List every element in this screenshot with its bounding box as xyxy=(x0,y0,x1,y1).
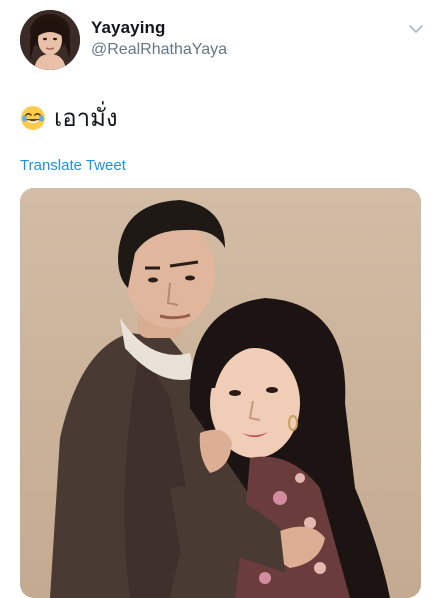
chevron-down-icon[interactable] xyxy=(407,22,425,36)
tweet-photo[interactable] xyxy=(20,188,421,598)
display-name[interactable]: Yayaying xyxy=(91,18,166,38)
tweet-body: เอามั่ง xyxy=(54,105,118,132)
couple-photo xyxy=(20,188,421,598)
laughing-with-tears-emoji-icon xyxy=(20,105,46,131)
tweet-card: Yayaying @RealRhathaYaya เอามั่ง Transla… xyxy=(0,0,440,598)
avatar-photo xyxy=(20,10,80,70)
tweet-text: เอามั่ง xyxy=(20,98,118,137)
avatar[interactable] xyxy=(20,10,80,70)
translate-tweet-link[interactable]: Translate Tweet xyxy=(20,157,126,174)
user-handle[interactable]: @RealRhathaYaya xyxy=(91,41,227,59)
